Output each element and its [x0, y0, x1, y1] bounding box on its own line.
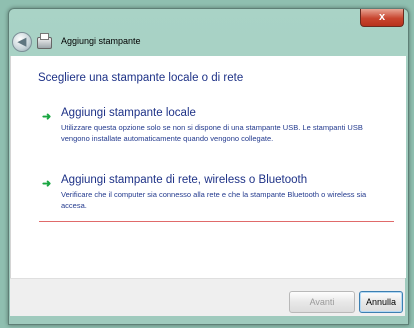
- option-local-printer-description: Utilizzare questa opzione solo se non si…: [61, 123, 363, 143]
- back-arrow-icon[interactable]: ◀: [12, 32, 32, 52]
- page-heading: Scegliere una stampante locale o di rete: [38, 72, 244, 84]
- printer-icon: [37, 33, 52, 49]
- option-network-printer[interactable]: ➜ Aggiungi stampante di rete, wireless o…: [39, 174, 394, 222]
- wizard-content: Scegliere una stampante locale o di rete…: [10, 56, 406, 278]
- green-arrow-icon: ➜: [42, 178, 52, 190]
- wizard-footer: Avanti Annulla: [10, 278, 405, 316]
- title-bar: x: [9, 9, 408, 39]
- option-local-printer[interactable]: ➜ Aggiungi stampante locale Utilizzare q…: [39, 107, 394, 150]
- wizard-title: Aggiungi stampante: [61, 36, 141, 46]
- cancel-button[interactable]: Annulla: [359, 291, 403, 313]
- option-network-printer-title: Aggiungi stampante di rete, wireless o B…: [61, 174, 308, 186]
- green-arrow-icon: ➜: [42, 111, 52, 123]
- option-network-printer-description: Verificare che il computer sia connesso …: [61, 190, 367, 210]
- close-button[interactable]: x: [360, 9, 404, 27]
- next-button[interactable]: Avanti: [289, 291, 355, 313]
- option-local-printer-title: Aggiungi stampante locale: [61, 107, 196, 119]
